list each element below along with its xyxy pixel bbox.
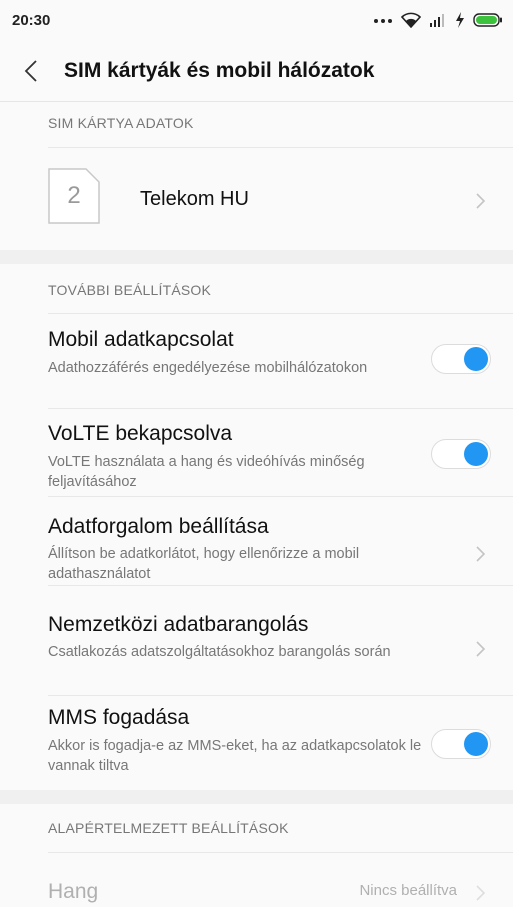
signal-icon — [429, 13, 447, 27]
more-dots-icon — [373, 16, 393, 24]
status-bar: 20:30 — [0, 0, 513, 40]
volte-toggle[interactable] — [431, 439, 491, 469]
page-title: SIM kártyák és mobil hálózatok — [64, 59, 375, 82]
chevron-right-icon — [475, 640, 487, 658]
toggle-knob — [464, 347, 488, 371]
settings-row-mobile-data[interactable]: Mobil adatkapcsolat Adathozzáférés enged… — [0, 314, 513, 408]
row-title: Mobil adatkapcsolat — [48, 328, 234, 351]
battery-icon — [473, 13, 503, 27]
row-subtitle: Adathozzáférés engedélyezése mobilhálóza… — [48, 360, 368, 376]
row-title: Adatforgalom beállítása — [48, 515, 269, 538]
row-value: Nincs beállítva — [359, 882, 457, 899]
mobile-data-toggle[interactable] — [431, 344, 491, 374]
chevron-right-icon — [475, 545, 487, 563]
settings-row-data-usage[interactable]: Adatforgalom beállítása Állítson be adat… — [0, 497, 513, 585]
row-title: VoLTE bekapcsolva — [48, 422, 233, 445]
sim-slot-number: 2 — [67, 182, 81, 209]
section-label-default: ALAPÉRTELMEZETT BEÁLLÍTÁSOK — [48, 820, 289, 836]
sim-name: Telekom HU — [140, 188, 249, 210]
settings-row-roaming[interactable]: Nemzetközi adatbarangolás Csatlakozás ad… — [0, 586, 513, 695]
section-gap — [0, 250, 513, 264]
status-icons — [373, 12, 503, 28]
status-time: 20:30 — [12, 11, 51, 29]
sim-card-icon: 2 — [48, 168, 100, 224]
row-title: Hang — [48, 880, 99, 903]
row-title: Nemzetközi adatbarangolás — [48, 613, 309, 636]
back-arrow-icon[interactable] — [24, 58, 46, 84]
sim-card-row[interactable]: 2 Telekom HU — [0, 148, 513, 250]
row-subtitle: VoLTE használata a hang és videóhívás mi… — [48, 454, 365, 490]
settings-row-volte[interactable]: VoLTE bekapcsolva VoLTE használata a han… — [0, 409, 513, 496]
toggle-knob — [464, 442, 488, 466]
section-gap — [0, 790, 513, 804]
row-subtitle: Állítson be adatkorlátot, hogy ellenőriz… — [48, 546, 360, 582]
toggle-knob — [464, 732, 488, 756]
header: SIM kártyák és mobil hálózatok — [0, 40, 513, 102]
divider — [48, 852, 513, 853]
row-title: MMS fogadása — [48, 706, 190, 729]
charging-icon — [455, 12, 465, 28]
wifi-icon — [401, 12, 421, 28]
settings-row-mms[interactable]: MMS fogadása Akkor is fogadja-e az MMS-e… — [0, 696, 513, 790]
chevron-right-icon — [475, 884, 487, 902]
section-label-sim: SIM KÁRTYA ADATOK — [48, 115, 194, 131]
mms-toggle[interactable] — [431, 729, 491, 759]
section-label-more: TOVÁBBI BEÁLLÍTÁSOK — [48, 282, 212, 298]
header-divider — [0, 101, 513, 102]
row-subtitle: Csatlakozás adatszolgáltatásokhoz barang… — [48, 644, 391, 660]
row-subtitle: Akkor is fogadja-e az MMS-eket, ha az ad… — [48, 738, 422, 774]
chevron-right-icon — [475, 192, 487, 210]
